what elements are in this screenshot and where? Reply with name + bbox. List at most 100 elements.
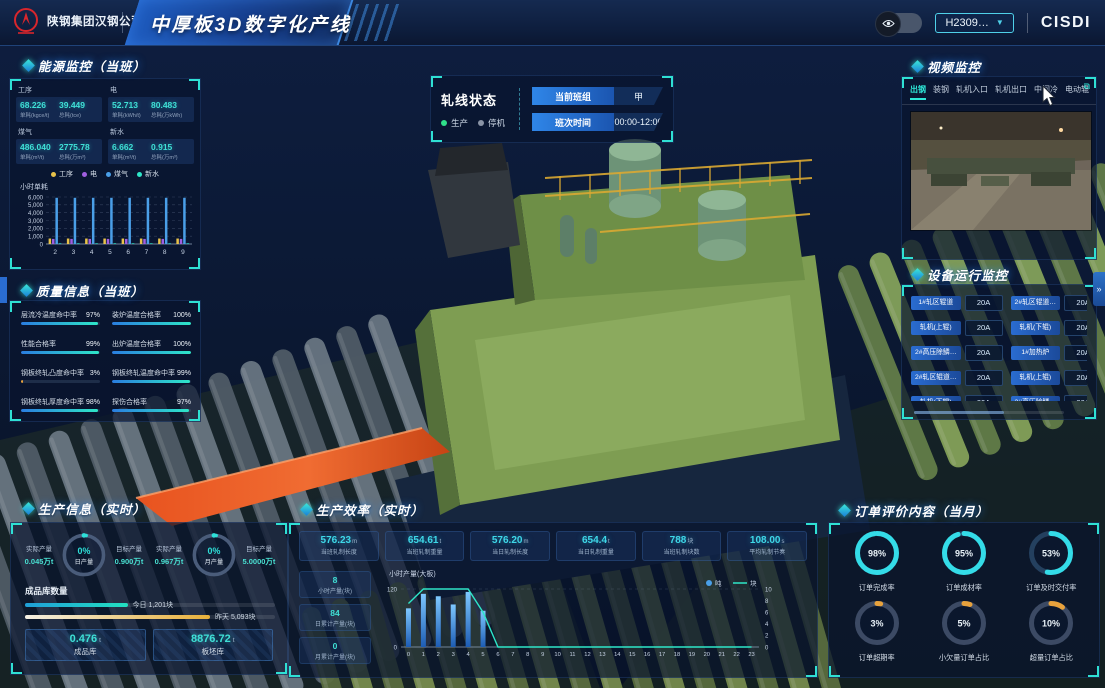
status-dot (441, 120, 447, 126)
equipment-label[interactable]: 轧机(下辊) (1011, 321, 1061, 335)
video-tab-3[interactable]: 轧机出口 (995, 84, 1027, 100)
production-panel: 实际产量0.045万t0%日产量目标产量0.900万t实际产量0.967万t0%… (10, 522, 288, 675)
equipment-label[interactable]: 轧机(下辊) (911, 396, 961, 401)
equipment-label[interactable]: 2#高压除鳞… (1011, 396, 1061, 401)
side-tab[interactable] (0, 277, 7, 303)
svg-text:22: 22 (733, 652, 739, 658)
quality-item: 探伤合格率97% (112, 397, 191, 412)
legend-label: 煤气 (114, 169, 128, 179)
svg-text:6: 6 (126, 249, 130, 256)
equipment-label[interactable]: 1#加热炉 (1011, 346, 1061, 360)
visibility-toggle[interactable] (876, 13, 922, 33)
status-label: 停机 (488, 117, 505, 129)
video-feed[interactable] (910, 111, 1092, 231)
legend-label: 电 (90, 169, 97, 179)
svg-text:8: 8 (163, 249, 167, 256)
svg-text:3,000: 3,000 (28, 219, 44, 225)
stock-bar: 今日 1,201块 (25, 600, 273, 611)
energy-metric-value: 0.915 (151, 142, 190, 152)
energy-metric-value: 2775.78 (59, 142, 98, 152)
efficiency-metric: 654.61t当班轧制重量 (385, 531, 465, 561)
legend-label: 工序 (59, 169, 73, 179)
equipment-item: 轧机(下辊)20A (1011, 320, 1087, 336)
order-gauge-ring: 10% (1025, 597, 1077, 649)
banner-accent-stripes (344, 4, 402, 41)
efficiency-side-stats: 8小时产量(块)84日累计产量(块)0月累计产量(块) (299, 571, 371, 664)
efficiency-metrics: 576.23m当班轧制长度654.61t当班轧制重量576.20m当日轧制长度6… (299, 531, 807, 561)
line-selector-dropdown[interactable]: H2309… ▼ (935, 13, 1013, 33)
expand-icon[interactable]: ⧉ (1084, 81, 1090, 92)
equipment-scrollbar[interactable] (914, 411, 1064, 414)
order-gauge: 95%订单成材率 (920, 527, 1007, 593)
equipment-label[interactable]: 轧机(上辊) (1011, 371, 1061, 385)
equipment-label[interactable]: 1#轧区辊道 (911, 296, 961, 310)
stock-title: 成品库数量 (25, 585, 281, 597)
svg-text:16: 16 (644, 652, 650, 658)
equipment-label[interactable]: 2#轧区辊道… (911, 371, 961, 385)
cisdi-logo: CISDI (1041, 14, 1091, 32)
target-label: 目标产量 (239, 543, 279, 553)
production-gauges: 实际产量0.045万t0%日产量目标产量0.900万t实际产量0.967万t0%… (17, 527, 281, 583)
energy-hourly-bar-chart: 01,0002,0003,0004,0005,0006,00023456789 (16, 192, 196, 260)
video-tab-2[interactable]: 轧机入口 (956, 84, 988, 100)
legend-item: 电 (82, 169, 97, 179)
svg-text:0: 0 (394, 646, 398, 652)
equipment-value: 20A (965, 345, 1003, 361)
quality-item-percent: 100% (173, 341, 191, 348)
energy-group-box: 6.662单耗(m³/t)0.915总耗(万m³) (108, 139, 194, 164)
status-legend-item: 停机 (478, 117, 505, 129)
actual-label: 实际产量 (149, 543, 189, 553)
quality-item-fill (21, 351, 99, 354)
svg-text:14: 14 (614, 652, 621, 658)
svg-text:8: 8 (765, 599, 769, 605)
efficiency-metric: 788块当班轧制块数 (642, 531, 722, 561)
panel-collapse-handle[interactable]: » (1093, 272, 1105, 306)
quality-item-label: 装炉温度合格率 (112, 310, 161, 320)
energy-group-box: 52.713单耗(kWh/t)80.483总耗(万kWh) (108, 97, 194, 122)
target-value: 0.900万t (109, 556, 149, 567)
target-value: 5.0000万t (239, 556, 279, 567)
quality-item-fill (112, 409, 189, 412)
side-stat-value: 84 (300, 608, 370, 618)
efficiency-metric-value: 654.61t (386, 535, 464, 546)
video-tab-1[interactable]: 装钢 (933, 84, 949, 100)
stock-stat-value: 8876.72t (154, 633, 273, 645)
efficiency-metric-value: 576.20m (471, 535, 549, 546)
equipment-list: 1#轧区辊道20A2#轧区辊道…20A轧机(上辊)20A轧机(下辊)20A2#高… (911, 295, 1087, 401)
quality-item-track (112, 380, 191, 383)
energy-group: 新水6.662单耗(m³/t)0.915总耗(万m³) (108, 127, 194, 164)
equipment-panel-title: 设备运行监控 (913, 265, 1008, 284)
target-label: 目标产量 (109, 543, 149, 553)
chevron-down-icon: ▼ (996, 18, 1004, 27)
video-tab-0[interactable]: 出钢 (910, 84, 926, 100)
svg-text:5: 5 (481, 652, 484, 658)
production-target: 目标产量 5.0000万t (239, 543, 279, 567)
stock-bar-text: 昨天 5,093块 (215, 612, 255, 622)
quality-item-row: 探伤合格率97% (112, 397, 191, 407)
equipment-label[interactable]: 轧机(上辊) (911, 321, 961, 335)
svg-text:0: 0 (765, 645, 769, 651)
equipment-value: 20A (1064, 370, 1087, 386)
quality-item-percent: 99% (177, 370, 191, 377)
svg-text:1,000: 1,000 (28, 234, 44, 240)
equipment-label[interactable]: 2#高压除鳞… (911, 346, 961, 360)
quality-item-track (21, 380, 100, 383)
equipment-value: 20A (965, 370, 1003, 386)
energy-metric: 80.483总耗(万kWh) (151, 100, 190, 119)
production-target: 目标产量 0.900万t (109, 543, 149, 567)
order-gauge: 5%小欠量订单占比 (920, 597, 1007, 663)
equipment-label[interactable]: 2#轧区辊道… (1011, 296, 1061, 310)
energy-metric: 0.915总耗(万m³) (151, 142, 190, 161)
quality-item: 性能合格率99% (21, 339, 100, 354)
quality-item-fill (21, 380, 23, 383)
svg-text:4,000: 4,000 (28, 211, 44, 217)
efficiency-metric-label: 当日轧制重量 (557, 547, 635, 556)
hourly-output-chart: 吨块12000246810012345678910111213141516171… (375, 579, 799, 671)
svg-text:0%: 0% (208, 546, 221, 556)
stock-stats: 0.476t成品库8876.72t板坯库 (25, 629, 273, 661)
svg-text:日产量: 日产量 (75, 558, 94, 566)
diamond-icon (22, 502, 35, 515)
energy-group: 工序68.226单耗(kgce/t)39.449总耗(tce) (16, 85, 102, 122)
svg-text:5%: 5% (957, 619, 970, 629)
equipment-value: 20A (965, 395, 1003, 401)
